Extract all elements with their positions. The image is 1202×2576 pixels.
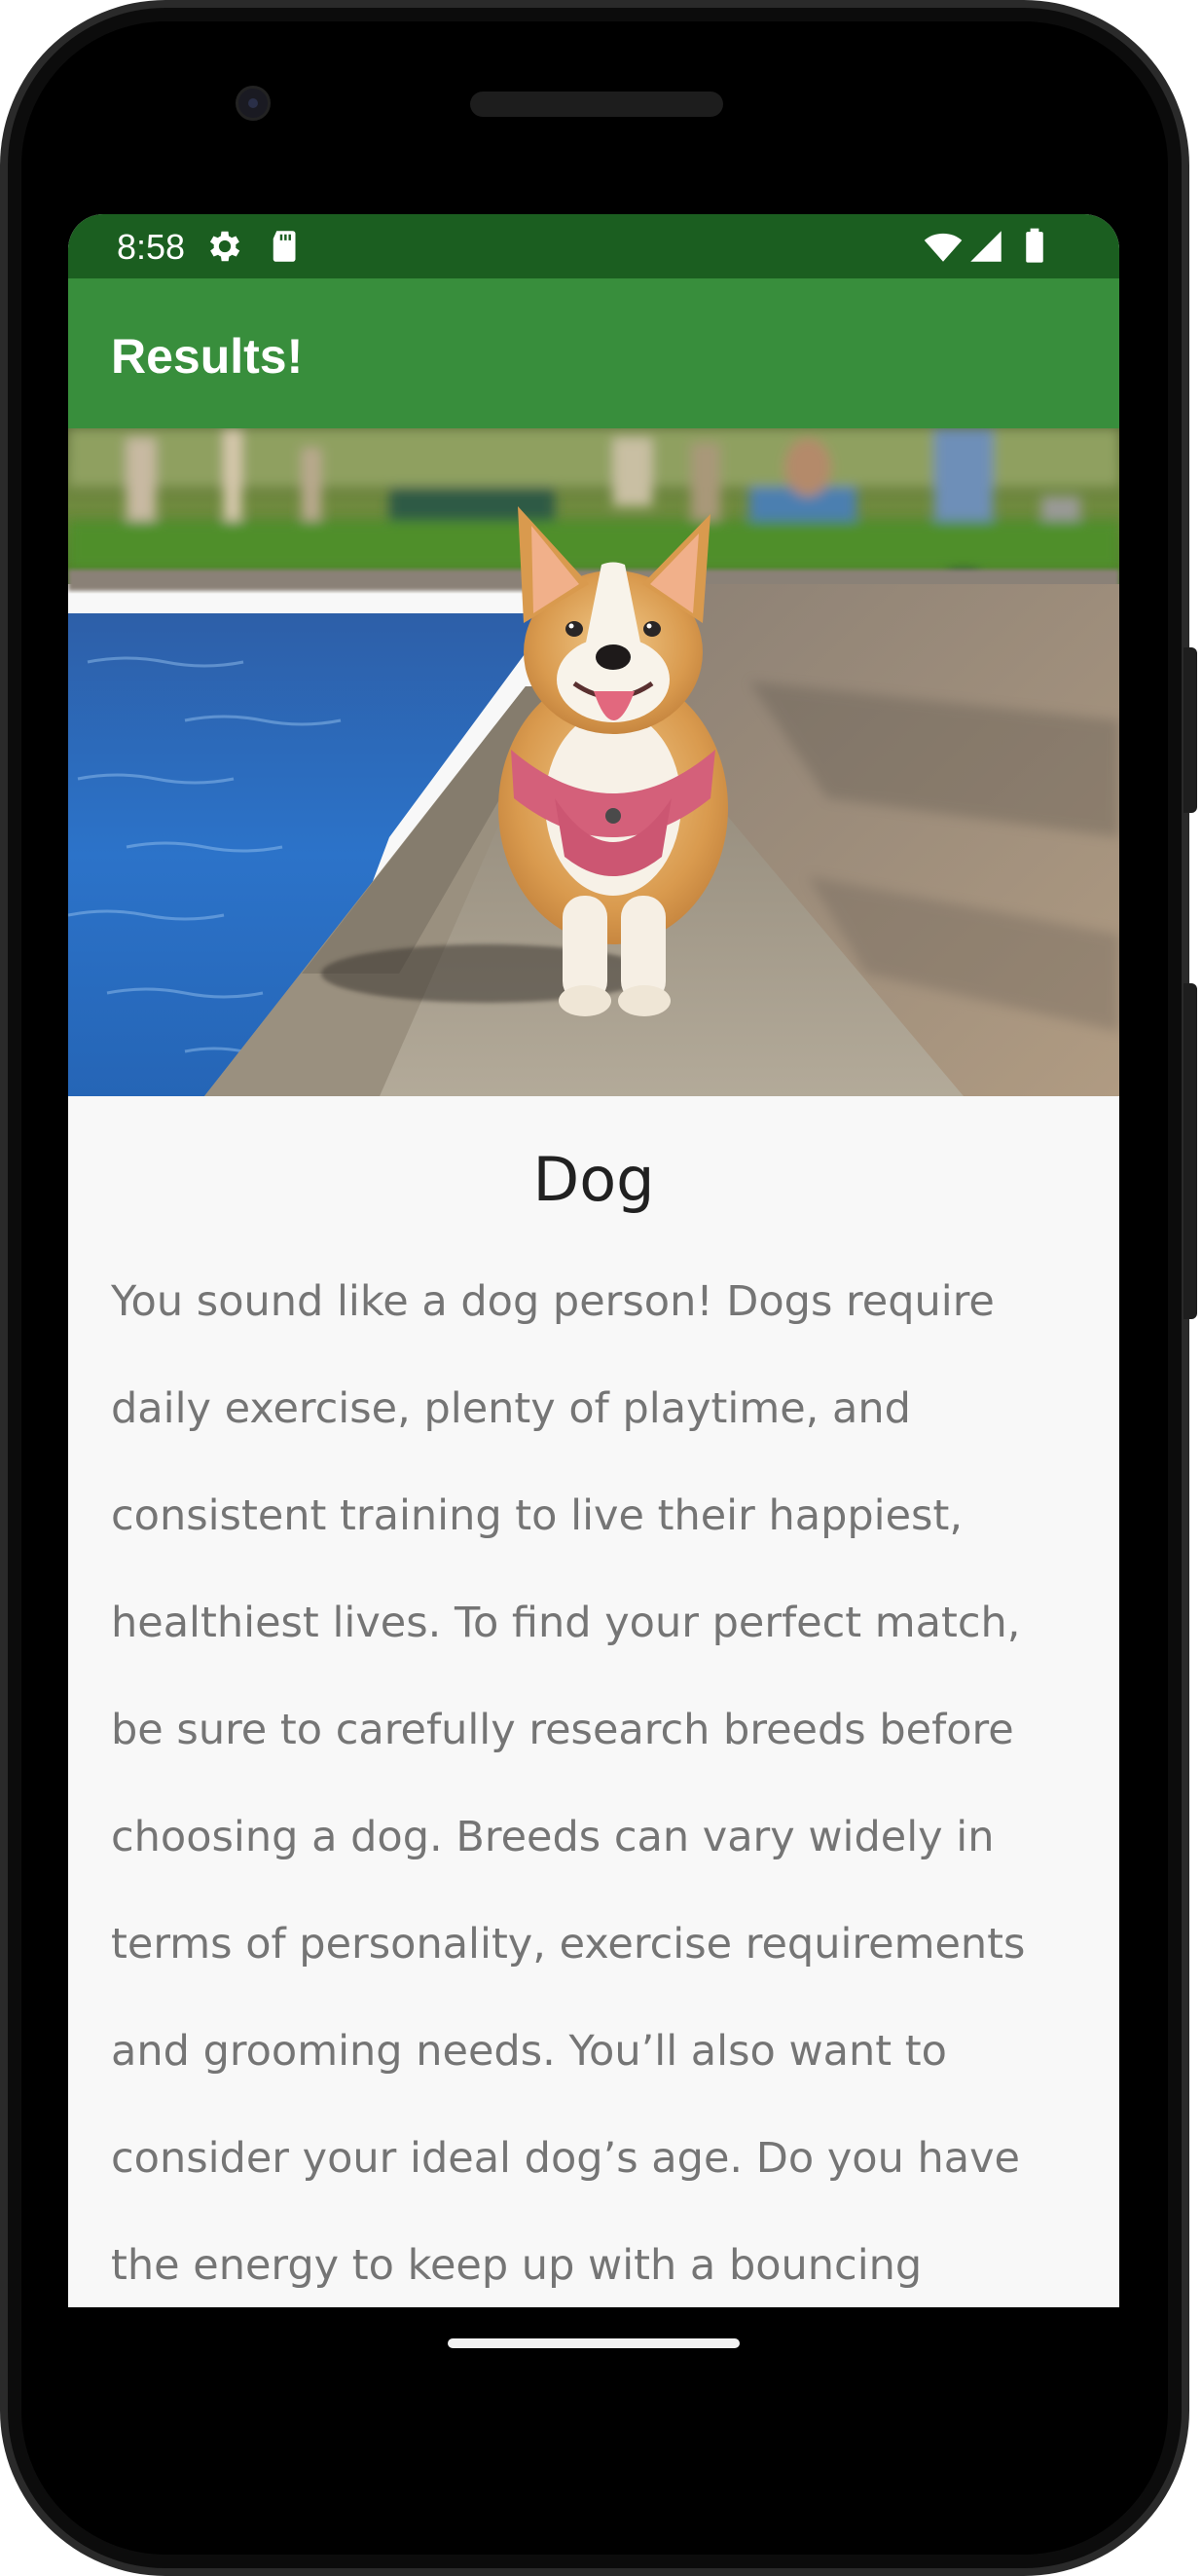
app-bar: Results!: [68, 278, 1119, 428]
app-title: Results!: [111, 329, 304, 384]
result-description: You sound like a dog person! Dogs requir…: [111, 1277, 1026, 2290]
power-button[interactable]: [1184, 647, 1197, 813]
screen: 8:58 Results! Dog You sound like a dog p…: [68, 214, 1119, 2307]
status-bar: 8:58: [68, 214, 1119, 278]
result-title: Dog: [532, 1144, 655, 1215]
settings-icon: [209, 231, 240, 262]
wifi-icon: [924, 233, 963, 262]
battery-icon: [1026, 228, 1043, 263]
front-camera: [236, 86, 271, 121]
signal-icon: [970, 231, 1002, 262]
navigation-bar: [68, 2307, 1119, 2414]
volume-button[interactable]: [1184, 983, 1197, 1319]
status-time: 8:58: [117, 227, 186, 267]
earpiece-speaker: [470, 92, 723, 117]
corgi-photo: [68, 428, 1119, 1096]
result-content: Dog You sound like a dog person! Dogs re…: [68, 1096, 1119, 2307]
phone-frame: 8:58 Results! Dog You sound like a dog p…: [0, 0, 1202, 2576]
sd-card-icon: [273, 231, 296, 262]
home-gesture-bar[interactable]: [448, 2338, 740, 2348]
